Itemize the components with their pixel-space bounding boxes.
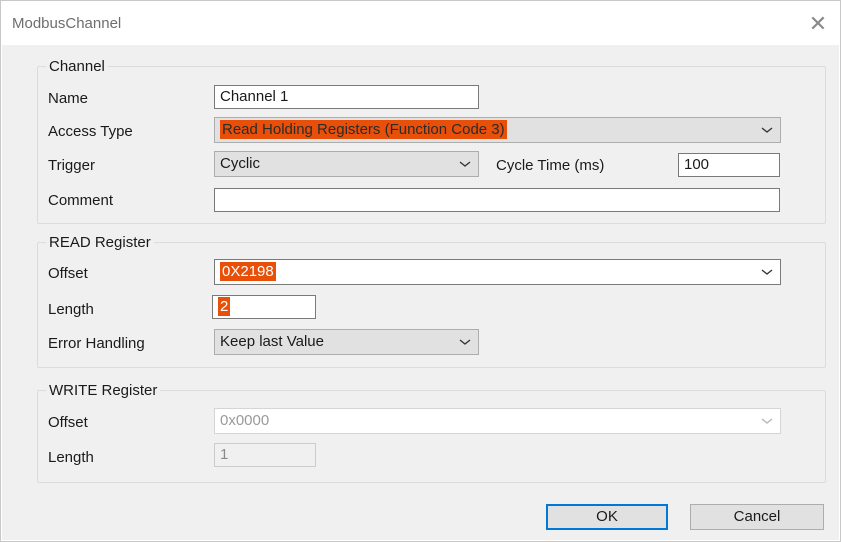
access-type-label: Access Type bbox=[48, 123, 133, 140]
write-length-label: Length bbox=[48, 449, 94, 466]
comment-input[interactable] bbox=[214, 188, 780, 212]
write-length-input: 1 bbox=[214, 443, 316, 467]
cycle-time-label: Cycle Time (ms) bbox=[496, 157, 605, 174]
trigger-select[interactable]: Cyclic bbox=[214, 151, 479, 177]
name-label: Name bbox=[48, 90, 89, 107]
read-length-input[interactable]: 2 bbox=[212, 295, 316, 319]
channel-group-legend: Channel bbox=[49, 58, 105, 75]
trigger-label: Trigger bbox=[48, 157, 95, 174]
write-offset-value: 0x0000 bbox=[220, 412, 270, 429]
chevron-down-icon bbox=[761, 127, 773, 133]
read-register-legend: READ Register bbox=[49, 234, 151, 251]
dialog-client-area: Channel Name Channel 1 Access Type Read … bbox=[2, 45, 839, 540]
read-offset-select[interactable]: 0X2198 bbox=[214, 259, 781, 285]
read-offset-value: 0X2198 bbox=[220, 262, 276, 281]
access-type-value: Read Holding Registers (Function Code 3) bbox=[220, 120, 507, 139]
close-button[interactable]: ✕ bbox=[804, 11, 832, 37]
chevron-down-icon bbox=[459, 161, 471, 167]
write-offset-label: Offset bbox=[48, 414, 88, 431]
cycle-time-input[interactable]: 100 bbox=[678, 153, 780, 177]
error-handling-select[interactable]: Keep last Value bbox=[214, 329, 479, 355]
comment-label: Comment bbox=[48, 192, 114, 209]
chevron-down-icon bbox=[459, 339, 471, 345]
error-handling-value: Keep last Value bbox=[220, 333, 324, 350]
access-type-select[interactable]: Read Holding Registers (Function Code 3) bbox=[214, 117, 781, 143]
name-input[interactable]: Channel 1 bbox=[214, 85, 479, 109]
title-bar[interactable]: ModbusChannel ✕ bbox=[1, 1, 840, 45]
window-title: ModbusChannel bbox=[12, 15, 122, 32]
write-offset-select: 0x0000 bbox=[214, 408, 781, 434]
cancel-button[interactable]: Cancel bbox=[690, 504, 824, 530]
chevron-down-icon bbox=[761, 418, 773, 424]
close-icon: ✕ bbox=[808, 11, 828, 36]
ok-button[interactable]: OK bbox=[546, 504, 668, 530]
error-handling-label: Error Handling bbox=[48, 335, 145, 352]
chevron-down-icon bbox=[761, 269, 773, 275]
write-register-legend: WRITE Register bbox=[49, 382, 158, 399]
trigger-value: Cyclic bbox=[220, 155, 260, 172]
read-offset-label: Offset bbox=[48, 265, 88, 282]
read-length-value: 2 bbox=[218, 297, 231, 316]
modbus-channel-dialog: ModbusChannel ✕ Channel Name Channel 1 A… bbox=[0, 0, 841, 542]
read-length-label: Length bbox=[48, 301, 94, 318]
